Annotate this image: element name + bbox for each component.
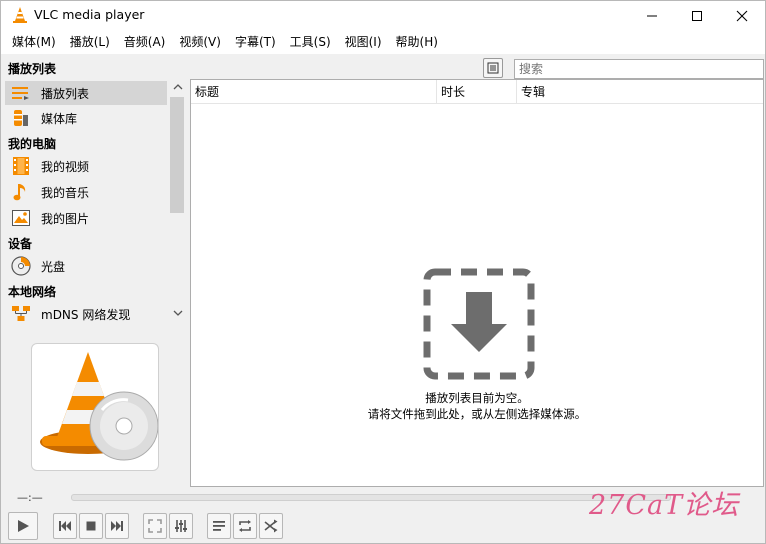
media-library-icon (11, 108, 31, 128)
search-input[interactable] (514, 59, 764, 79)
category-my-computer: 我的电脑 (8, 137, 57, 151)
play-button[interactable] (8, 512, 38, 540)
menu-audio[interactable]: 音频(A) (117, 30, 173, 54)
menu-bar: 媒体(M) 播放(L) 音频(A) 视频(V) 字幕(T) 工具(S) 视图(I… (1, 30, 765, 54)
scroll-down-icon[interactable] (173, 308, 183, 318)
column-duration[interactable]: 时长 (437, 80, 517, 104)
drop-here-icon (423, 268, 535, 380)
album-art (31, 343, 159, 471)
column-album[interactable]: 专辑 (517, 80, 763, 104)
stop-icon (86, 521, 96, 531)
playlist-icon (11, 83, 31, 103)
playlist-icon (213, 521, 225, 531)
scrollbar-thumb[interactable] (170, 97, 184, 213)
playlist-column-header: 标题 时长 专辑 (191, 80, 763, 104)
sidebar-item-media-library[interactable]: 媒体库 (5, 106, 167, 130)
playlist-header: 播放列表 (1, 55, 765, 79)
sidebar-item-label: 我的视频 (41, 159, 90, 174)
minimize-icon (647, 15, 657, 16)
shuffle-icon (264, 519, 278, 533)
scroll-up-icon[interactable] (173, 82, 183, 92)
sidebar-item-mdns[interactable]: mDNS 网络发现 (5, 302, 167, 326)
extended-settings-button[interactable] (169, 513, 193, 539)
sidebar-item-disc[interactable]: 光盘 (5, 254, 167, 278)
sidebar-item-label: 媒体库 (41, 111, 78, 126)
loop-icon (239, 520, 251, 532)
menu-subtitle[interactable]: 字幕(T) (228, 30, 283, 54)
sidebar-item-label: 播放列表 (41, 86, 90, 101)
title-bar: VLC media player (1, 1, 765, 30)
playlist-title: 播放列表 (8, 62, 57, 76)
elapsed-time: —:— (17, 491, 43, 504)
window-title: VLC media player (34, 7, 145, 22)
maximize-button[interactable] (674, 1, 720, 30)
menu-media[interactable]: 媒体(M) (5, 30, 63, 54)
empty-message-line-1: 播放列表目前为空。 (425, 391, 529, 405)
play-icon (18, 520, 29, 532)
sidebar: 播放列表 媒体库 我的电脑 我的视频 我的音乐 我的图片 设备 光盘 本地网络 … (1, 79, 187, 323)
close-button[interactable] (719, 1, 765, 30)
sidebar-item-label: 我的音乐 (41, 185, 90, 200)
minimize-button[interactable] (629, 1, 675, 30)
category-local-network: 本地网络 (8, 285, 57, 299)
sidebar-item-label: 我的图片 (41, 211, 90, 226)
fullscreen-icon (148, 519, 162, 533)
sidebar-item-label: mDNS 网络发现 (41, 307, 131, 322)
loop-button[interactable] (233, 513, 257, 539)
equalizer-icon (175, 520, 187, 532)
menu-tools[interactable]: 工具(S) (283, 30, 338, 54)
previous-button[interactable] (53, 513, 77, 539)
music-note-icon (11, 182, 31, 202)
seek-slider[interactable] (71, 494, 671, 501)
sidebar-item-label: 光盘 (41, 259, 66, 274)
empty-message-line-2: 请将文件拖到此处，或从左侧选择媒体源。 (367, 407, 587, 421)
menu-playback[interactable]: 播放(L) (63, 30, 117, 54)
close-icon (736, 10, 748, 21)
playlist-area[interactable]: 标题 时长 专辑 播放列表目前为空。 请将文件拖到此处，或从左侧选择媒体源。 (190, 79, 764, 487)
menu-help[interactable]: 帮助(H) (389, 30, 445, 54)
sidebar-item-playlist[interactable]: 播放列表 (5, 81, 167, 105)
sidebar-scrollbar[interactable] (169, 79, 186, 323)
toggle-playlist-button[interactable] (207, 513, 231, 539)
fullscreen-button[interactable] (143, 513, 167, 539)
sidebar-list: 播放列表 媒体库 我的电脑 我的视频 我的音乐 我的图片 设备 光盘 本地网络 … (1, 79, 168, 323)
sidebar-item-my-music[interactable]: 我的音乐 (5, 180, 167, 204)
view-mode-button[interactable] (483, 58, 503, 78)
column-title[interactable]: 标题 (191, 80, 437, 104)
vlc-cone-artwork (40, 352, 159, 461)
shuffle-button[interactable] (259, 513, 283, 539)
picture-icon (11, 208, 31, 228)
film-icon (11, 156, 31, 176)
stop-button[interactable] (79, 513, 103, 539)
category-devices: 设备 (8, 237, 33, 251)
skip-forward-icon (111, 521, 123, 531)
vlc-cone-icon (13, 7, 27, 23)
next-button[interactable] (105, 513, 129, 539)
sidebar-item-my-pictures[interactable]: 我的图片 (5, 206, 167, 230)
menu-video[interactable]: 视频(V) (172, 30, 228, 54)
maximize-icon (692, 10, 702, 21)
watermark-text: 27CaT论坛 (589, 490, 740, 521)
vlc-window: VLC media player 媒体(M) 播放(L) 音频(A) 视频(V)… (0, 0, 766, 544)
list-view-icon (487, 62, 499, 74)
skip-back-icon (59, 521, 71, 531)
network-icon (11, 304, 31, 324)
disc-icon (11, 256, 31, 276)
menu-view[interactable]: 视图(I) (338, 30, 389, 54)
sidebar-item-my-videos[interactable]: 我的视频 (5, 154, 167, 178)
